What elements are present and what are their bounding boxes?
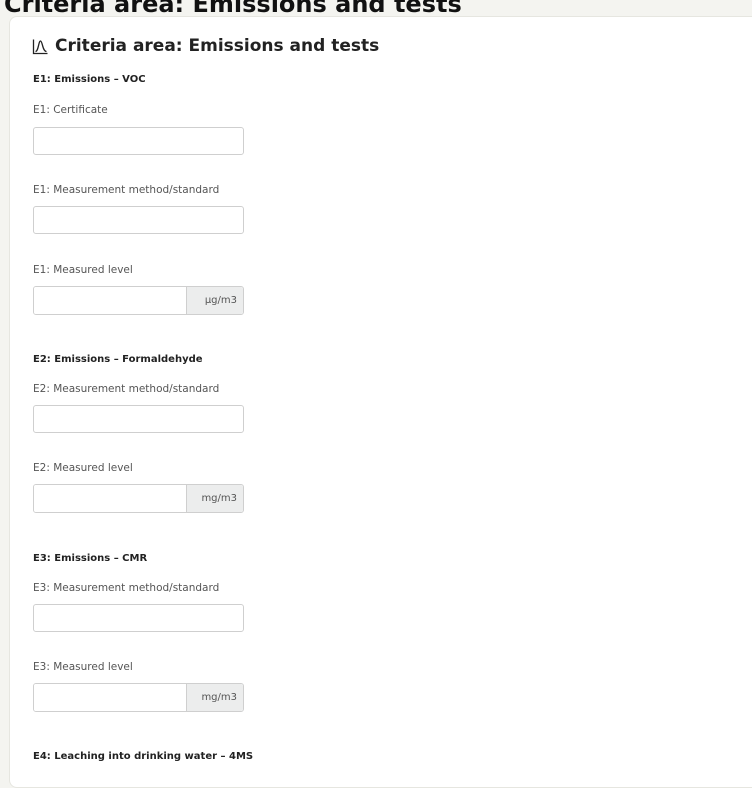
criteria-card: Criteria area: Emissions and tests E1: E… (9, 16, 752, 788)
group-title-e2: E2: Emissions – Formaldehyde (33, 354, 203, 365)
e1-level-input[interactable] (34, 287, 186, 314)
e3-method-input[interactable] (33, 604, 244, 632)
e3-level-group: mg/m3 (33, 683, 244, 712)
group-title-e4: E4: Leaching into drinking water – 4MS (33, 751, 254, 762)
field-label-e2-method: E2: Measurement method/standard (33, 383, 220, 395)
group-title-e1: E1: Emissions – VOC (33, 74, 146, 85)
e2-level-input[interactable] (34, 485, 186, 512)
section-title: Criteria area: Emissions and tests (32, 36, 379, 56)
e1-level-group: μg/m3 (33, 286, 244, 315)
group-title-e3: E3: Emissions – CMR (33, 553, 148, 564)
e3-level-input[interactable] (34, 684, 186, 711)
field-label-e3-level: E3: Measured level (33, 661, 133, 673)
chart-peak-icon (32, 38, 49, 55)
e3-level-unit: mg/m3 (186, 684, 243, 711)
field-label-e2-level: E2: Measured level (33, 462, 133, 474)
field-label-e3-method: E3: Measurement method/standard (33, 582, 220, 594)
e2-level-group: mg/m3 (33, 484, 244, 513)
section-title-text: Criteria area: Emissions and tests (55, 36, 380, 56)
e2-level-unit: mg/m3 (186, 485, 243, 512)
field-label-e1-method: E1: Measurement method/standard (33, 184, 220, 196)
field-label-e1-certificate: E1: Certificate (33, 104, 108, 116)
field-label-e1-level: E1: Measured level (33, 264, 133, 276)
e1-level-unit: μg/m3 (186, 287, 243, 314)
e1-certificate-input[interactable] (33, 127, 244, 155)
e2-method-input[interactable] (33, 405, 244, 433)
e1-method-input[interactable] (33, 206, 244, 234)
